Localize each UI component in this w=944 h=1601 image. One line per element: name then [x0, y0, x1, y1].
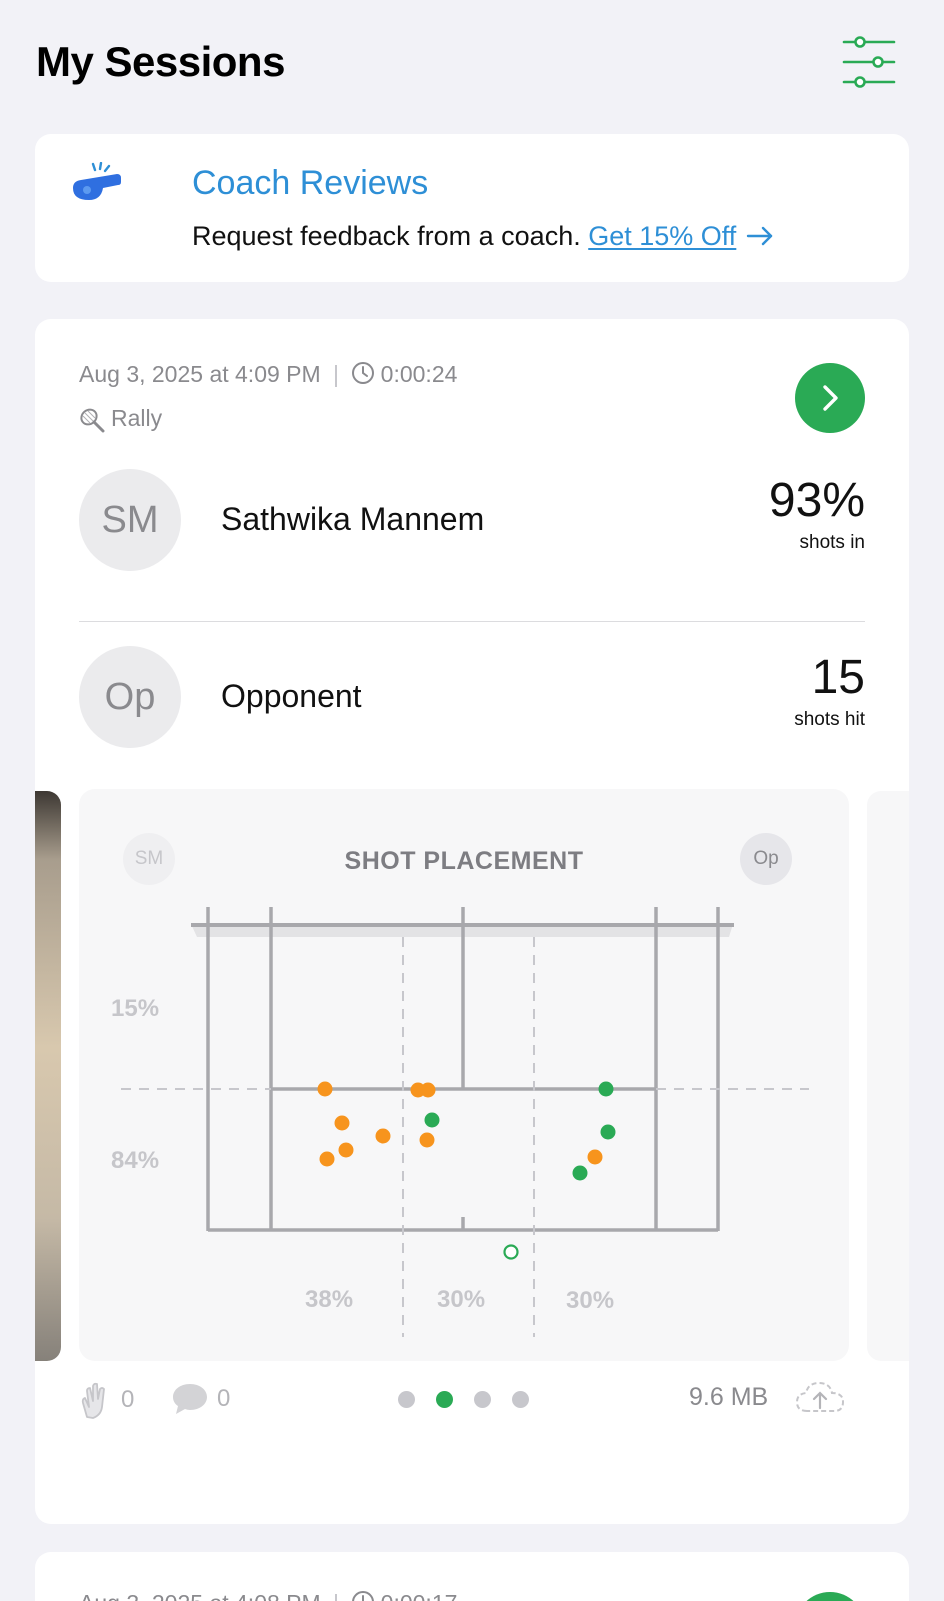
- shot-in: [338, 1142, 354, 1158]
- row-pct-bottom: 84%: [111, 1147, 159, 1174]
- comments-counter[interactable]: 0: [171, 1381, 230, 1417]
- racket-icon: [80, 408, 105, 433]
- divider: [79, 621, 865, 622]
- row-pct-top: 15%: [111, 995, 159, 1022]
- page-dot-2[interactable]: [436, 1391, 453, 1408]
- opponent-row[interactable]: Op Opponent 15 shots hit: [79, 646, 865, 748]
- shot-in: [420, 1082, 436, 1098]
- shot-in: [587, 1149, 603, 1165]
- file-size: 9.6 MB: [689, 1383, 769, 1411]
- carousel-previous-slide[interactable]: [35, 791, 61, 1361]
- court-lines: [206, 907, 720, 1232]
- open-session-button[interactable]: [795, 1592, 865, 1601]
- clock-icon: [351, 1590, 375, 1601]
- avatar: SM: [79, 469, 181, 571]
- session-date: Aug 3, 2025 at 4:09 PM: [79, 361, 321, 388]
- player-stat: 93% shots in: [768, 474, 865, 554]
- session-type-label: Rally: [111, 405, 163, 431]
- shot-in: [319, 1151, 335, 1167]
- comments-count: 0: [217, 1385, 231, 1412]
- stat-value: 93%: [768, 474, 865, 527]
- zone-dividers: [121, 937, 809, 1337]
- page-header: My Sessions: [36, 36, 914, 98]
- filter-button[interactable]: [842, 36, 896, 88]
- stat-label: shots hit: [794, 708, 865, 730]
- shot-in: [375, 1128, 391, 1144]
- clock-icon: [351, 361, 375, 391]
- whistle-icon: [69, 161, 125, 212]
- shot-in: [600, 1124, 616, 1140]
- meta-separator: [334, 1594, 337, 1601]
- shot-in: [598, 1081, 614, 1097]
- meta-separator: [334, 365, 337, 387]
- sliders-icon: [842, 36, 896, 88]
- session-card[interactable]: Aug 3, 2025 at 4:09 PM 0:00:24 Rally SM S…: [35, 319, 909, 1524]
- shot-in: [572, 1165, 588, 1181]
- col-pct-left: 38%: [305, 1286, 353, 1313]
- session-duration: 0:00:17: [381, 1590, 458, 1601]
- session-card[interactable]: Aug 3, 2025 at 4:08 PM 0:00:17: [35, 1552, 909, 1601]
- arrow-right-icon[interactable]: [746, 222, 774, 253]
- player-name: Sathwika Mannem: [221, 501, 485, 537]
- shot-placement-card[interactable]: SM SHOT PLACEMENT Op 15% 84% 38% 30% 30%: [79, 789, 849, 1361]
- promo-title: Coach Reviews: [192, 164, 429, 202]
- upload-button[interactable]: [793, 1377, 847, 1417]
- carousel-next-slide[interactable]: [867, 791, 909, 1361]
- session-meta: Aug 3, 2025 at 4:09 PM 0:00:24: [79, 361, 457, 391]
- shot-in: [317, 1081, 333, 1097]
- stat-value: 15: [811, 651, 865, 704]
- clap-icon: [81, 1382, 105, 1419]
- cloud-upload-icon: [795, 1381, 845, 1412]
- opponent-stat: 15 shots hit: [794, 651, 865, 731]
- promo-text: Request feedback from a coach. Get 15% O…: [192, 221, 774, 253]
- shot-in: [424, 1112, 440, 1128]
- claps-counter[interactable]: 0: [79, 1381, 134, 1419]
- page-dot-3[interactable]: [474, 1391, 491, 1408]
- page-dot-1[interactable]: [398, 1391, 415, 1408]
- session-type: Rally: [79, 405, 162, 433]
- shot-markers: [317, 1081, 616, 1260]
- col-pct-right: 30%: [566, 1287, 614, 1314]
- stat-label: shots in: [799, 531, 865, 553]
- page-dot-4[interactable]: [512, 1391, 529, 1408]
- open-session-button[interactable]: [795, 363, 865, 433]
- coach-reviews-card[interactable]: Coach Reviews Request feedback from a co…: [35, 134, 909, 282]
- player-row[interactable]: SM Sathwika Mannem 93% shots in: [79, 469, 865, 571]
- session-date: Aug 3, 2025 at 4:08 PM: [79, 1590, 321, 1601]
- claps-count: 0: [121, 1386, 135, 1413]
- session-duration: 0:00:24: [380, 361, 458, 388]
- discount-link[interactable]: Get 15% Off: [588, 221, 736, 251]
- page-title: My Sessions: [36, 38, 285, 85]
- avatar: Op: [79, 646, 181, 748]
- opponent-name: Opponent: [221, 678, 362, 714]
- chevron-right-icon: [823, 385, 838, 411]
- session-footer: 0 0 9.6 MB: [79, 1377, 865, 1423]
- col-pct-middle: 30%: [437, 1286, 485, 1313]
- chat-bubble-icon: [173, 1384, 207, 1414]
- promo-description: Request feedback from a coach.: [192, 221, 581, 251]
- shot-in: [419, 1132, 435, 1148]
- shot-in: [334, 1115, 350, 1131]
- session-meta: Aug 3, 2025 at 4:08 PM 0:00:17: [79, 1590, 457, 1601]
- shot-out: [503, 1244, 519, 1260]
- court-diagram: 15% 84% 38% 30% 30%: [111, 907, 809, 1337]
